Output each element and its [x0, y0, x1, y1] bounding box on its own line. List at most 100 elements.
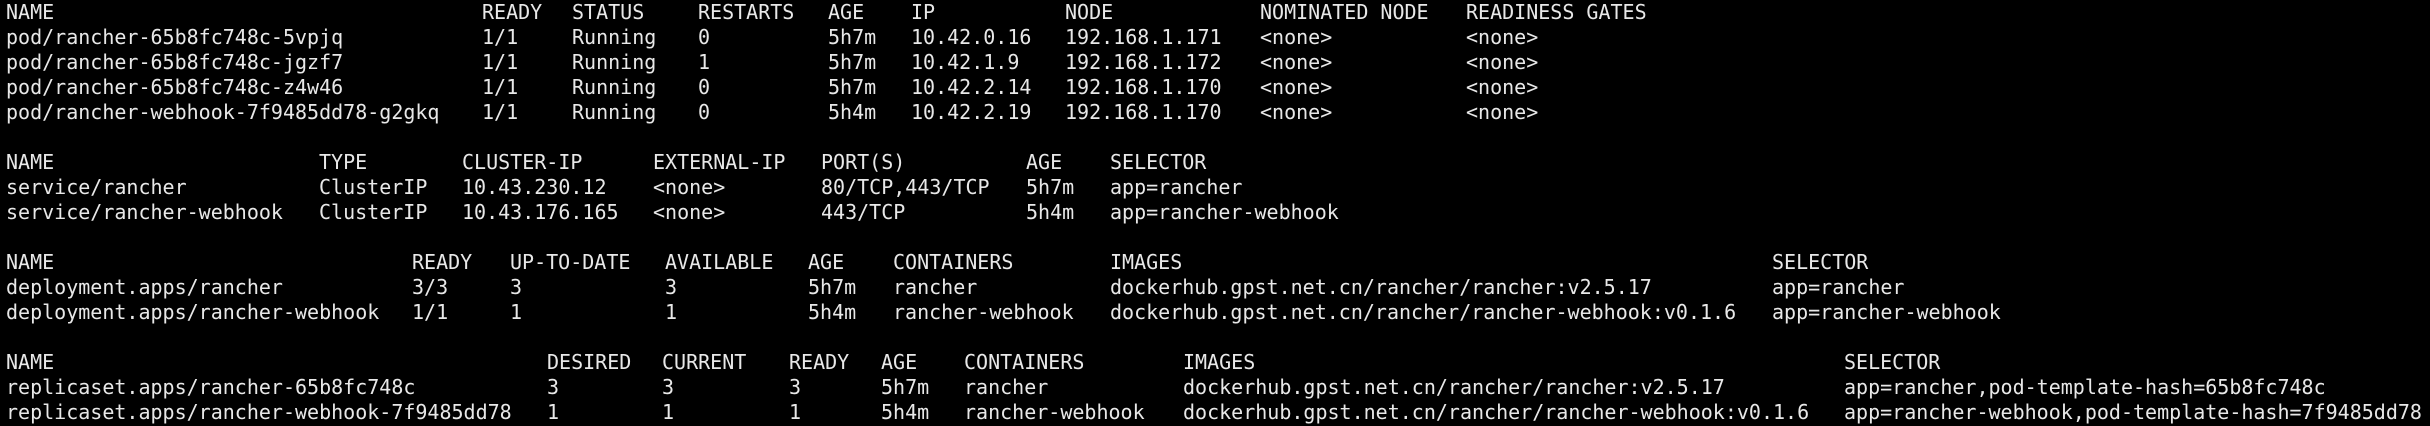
column-header: STATUS	[572, 0, 645, 24]
table-cell: <none>	[1466, 75, 1539, 99]
column-header: IP	[911, 0, 936, 24]
table-cell: <none>	[1466, 25, 1539, 49]
table-cell: 80/TCP,443/TCP	[821, 175, 990, 199]
column-header: PORT(S)	[821, 150, 906, 174]
table-cell: <none>	[1260, 25, 1333, 49]
column-header: UP-TO-DATE	[510, 250, 631, 274]
table-cell: deployment.apps/rancher-webhook	[6, 300, 380, 324]
table-cell: 3	[662, 375, 675, 399]
table-cell: 5h4m	[1026, 200, 1075, 224]
table-cell: pod/rancher-65b8fc748c-z4w46	[6, 75, 344, 99]
table-cell: 1	[698, 50, 711, 74]
table-cell: 192.168.1.172	[1065, 50, 1222, 74]
table-cell: app=rancher-webhook	[1772, 300, 2001, 324]
table-cell: deployment.apps/rancher	[6, 275, 283, 299]
column-header: DESIRED	[547, 350, 632, 374]
table-cell: <none>	[1466, 100, 1539, 124]
table-cell: service/rancher	[6, 175, 187, 199]
table-cell: 5h4m	[828, 100, 877, 124]
column-header: CLUSTER-IP	[462, 150, 583, 174]
table-cell: rancher	[893, 275, 978, 299]
table-cell: rancher	[964, 375, 1049, 399]
table-cell: <none>	[653, 175, 726, 199]
table-cell: 1/1	[482, 100, 519, 124]
table-cell: dockerhub.gpst.net.cn/rancher/rancher:v2…	[1110, 275, 1652, 299]
table-cell: 1/1	[482, 50, 519, 74]
table-cell: 5h7m	[828, 75, 877, 99]
column-header: SELECTOR	[1110, 150, 1207, 174]
table-cell: dockerhub.gpst.net.cn/rancher/rancher-we…	[1183, 400, 1810, 424]
column-header: NAME	[6, 350, 55, 374]
terminal-window[interactable]: NAME READY STATUS RESTARTS AGE IP NODE NOMINATE…	[0, 0, 2430, 426]
table-cell: dockerhub.gpst.net.cn/rancher/rancher-we…	[1110, 300, 1737, 324]
column-header: READY	[789, 350, 850, 374]
table-cell: replicaset.apps/rancher-webhook-7f9485dd…	[6, 400, 512, 424]
table-cell: Running	[572, 25, 657, 49]
column-header: AGE	[828, 0, 865, 24]
table-cell: Running	[572, 100, 657, 124]
table-cell: 5h4m	[808, 300, 857, 324]
table-cell: 1/1	[412, 300, 449, 324]
column-header: NAME	[6, 0, 55, 24]
table-cell: rancher-webhook	[893, 300, 1074, 324]
table-cell: rancher-webhook	[964, 400, 1145, 424]
table-cell: 1	[510, 300, 523, 324]
table-cell: 5h7m	[808, 275, 857, 299]
column-header: AGE	[808, 250, 845, 274]
table-cell: 0	[698, 75, 711, 99]
table-cell: <none>	[1260, 100, 1333, 124]
table-cell: dockerhub.gpst.net.cn/rancher/rancher:v2…	[1183, 375, 1725, 399]
table-cell: 1	[547, 400, 560, 424]
table-cell: 5h7m	[828, 50, 877, 74]
table-cell: 5h7m	[828, 25, 877, 49]
table-cell: <none>	[1466, 50, 1539, 74]
table-cell: 3	[665, 275, 678, 299]
table-cell: app=rancher	[1772, 275, 1905, 299]
table-cell: <none>	[1260, 75, 1333, 99]
table-cell: 10.43.176.165	[462, 200, 619, 224]
table-cell: 3	[547, 375, 560, 399]
table-cell: 1/1	[482, 75, 519, 99]
table-cell: 1	[665, 300, 678, 324]
table-cell: app=rancher-webhook	[1110, 200, 1339, 224]
table-cell: pod/rancher-webhook-7f9485dd78-g2gkq	[6, 100, 440, 124]
table-cell: ClusterIP	[319, 175, 428, 199]
table-cell: 0	[698, 100, 711, 124]
column-header: NAME	[6, 150, 55, 174]
table-cell: 0	[698, 25, 711, 49]
column-header: READY	[482, 0, 543, 24]
column-header: IMAGES	[1110, 250, 1183, 274]
table-cell: 5h7m	[881, 375, 930, 399]
table-cell: 3/3	[412, 275, 449, 299]
column-header: EXTERNAL-IP	[653, 150, 786, 174]
table-cell: app=rancher	[1110, 175, 1243, 199]
table-cell: 10.42.2.19	[911, 100, 1032, 124]
table-cell: pod/rancher-65b8fc748c-5vpjq	[6, 25, 344, 49]
table-cell: 5h7m	[1026, 175, 1075, 199]
column-header: RESTARTS	[698, 0, 795, 24]
table-cell: 443/TCP	[821, 200, 906, 224]
column-header: NAME	[6, 250, 55, 274]
column-header: IMAGES	[1183, 350, 1256, 374]
column-header: SELECTOR	[1844, 350, 1941, 374]
table-cell: Running	[572, 50, 657, 74]
column-header: CONTAINERS	[893, 250, 1014, 274]
column-header: READINESS GATES	[1466, 0, 1647, 24]
table-cell: 1	[662, 400, 675, 424]
table-cell: <none>	[1260, 50, 1333, 74]
table-cell: 1	[789, 400, 802, 424]
column-header: AGE	[1026, 150, 1063, 174]
column-header: SELECTOR	[1772, 250, 1869, 274]
column-header: TYPE	[319, 150, 368, 174]
table-cell: replicaset.apps/rancher-65b8fc748c	[6, 375, 416, 399]
column-header: READY	[412, 250, 473, 274]
column-header: CURRENT	[662, 350, 747, 374]
table-cell: 192.168.1.170	[1065, 100, 1222, 124]
table-cell: 3	[510, 275, 523, 299]
table-cell: <none>	[653, 200, 726, 224]
table-cell: 3	[789, 375, 802, 399]
column-header: NODE	[1065, 0, 1114, 24]
table-cell: app=rancher-webhook,pod-template-hash=7f…	[1844, 400, 2422, 424]
table-cell: app=rancher,pod-template-hash=65b8fc748c	[1844, 375, 2326, 399]
table-cell: Running	[572, 75, 657, 99]
